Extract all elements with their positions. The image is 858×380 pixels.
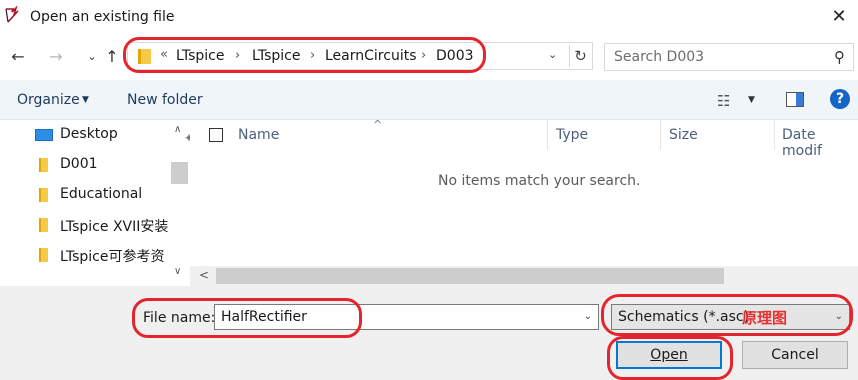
breadcrumb-separator-icon: › bbox=[310, 48, 316, 63]
column-divider[interactable] bbox=[660, 120, 661, 150]
breadcrumb-ltspice-1[interactable]: LTspice bbox=[176, 48, 225, 64]
organize-caret-icon[interactable]: ▼ bbox=[82, 95, 89, 105]
view-options-caret-icon[interactable]: ▼ bbox=[748, 95, 755, 105]
folder-icon bbox=[39, 158, 48, 172]
cancel-button[interactable]: Cancel bbox=[742, 341, 848, 369]
folder-icon bbox=[138, 49, 151, 64]
breadcrumb-ltspice-2[interactable]: LTspice bbox=[252, 48, 301, 64]
recent-locations-chevron-icon[interactable]: ⌄ bbox=[82, 46, 102, 68]
desktop-icon bbox=[35, 129, 53, 141]
sort-ascending-icon: ^ bbox=[373, 118, 383, 131]
search-placeholder: Search D003 bbox=[614, 49, 705, 65]
file-name-label: File name: bbox=[143, 310, 216, 326]
sidebar-item-educational[interactable]: Educational bbox=[34, 184, 174, 206]
breadcrumb-overflow-icon[interactable]: « bbox=[160, 47, 168, 62]
back-arrow-icon[interactable]: ← bbox=[8, 46, 28, 68]
sidebar-item-label: Desktop bbox=[60, 126, 118, 142]
horizontal-scrollbar-thumb[interactable] bbox=[216, 268, 724, 284]
column-header-date-modified[interactable]: Date modif bbox=[782, 127, 858, 159]
view-details-icon[interactable]: ☷ bbox=[717, 92, 730, 110]
sidebar-scrollbar-thumb[interactable] bbox=[171, 162, 188, 184]
file-selection-footer: File name: HalfRectifier ⌄ Schematics (*… bbox=[0, 286, 858, 380]
sidebar-item-label: LTspice可参考资 bbox=[60, 249, 165, 265]
column-divider[interactable] bbox=[774, 120, 775, 150]
sidebar-item-ltspice-xvii[interactable]: LTspice XVII安装 bbox=[34, 214, 174, 236]
close-button[interactable]: ✕ bbox=[820, 0, 858, 36]
folder-icon bbox=[39, 188, 48, 202]
preview-pane-icon[interactable] bbox=[786, 92, 804, 107]
column-header-size[interactable]: Size bbox=[669, 127, 698, 143]
search-input[interactable]: Search D003 ⚲ bbox=[604, 43, 854, 71]
search-icon[interactable]: ⚲ bbox=[834, 48, 845, 66]
ltspice-probe-icon bbox=[5, 6, 19, 23]
folder-icon bbox=[39, 248, 48, 262]
file-type-chevron-icon[interactable]: ⌄ bbox=[835, 311, 843, 322]
folder-icon bbox=[39, 218, 48, 232]
sidebar-item-desktop[interactable]: Desktop ✦ bbox=[34, 124, 194, 146]
file-name-history-chevron-icon[interactable]: ⌄ bbox=[584, 311, 592, 322]
organize-button[interactable]: Organize bbox=[17, 92, 80, 108]
breadcrumb-learncircuits[interactable]: LearnCircuits bbox=[325, 48, 417, 64]
breadcrumb-separator-icon: › bbox=[235, 48, 241, 63]
forward-arrow-icon[interactable]: → bbox=[46, 46, 66, 68]
window-title: Open an existing file bbox=[30, 9, 175, 25]
schematic-annotation: 原理图 bbox=[742, 309, 788, 327]
file-name-value: HalfRectifier bbox=[221, 309, 307, 325]
horizontal-scrollbar[interactable]: < bbox=[190, 266, 858, 286]
close-icon: ✕ bbox=[831, 6, 847, 27]
scroll-up-icon[interactable]: ∧ bbox=[174, 124, 181, 135]
column-divider[interactable] bbox=[547, 120, 548, 150]
sidebar-item-ltspice-reference[interactable]: LTspice可参考资 bbox=[34, 244, 174, 266]
new-folder-button[interactable]: New folder bbox=[127, 92, 203, 108]
column-header-type[interactable]: Type bbox=[556, 127, 588, 143]
title-bar: Open an existing file ✕ bbox=[0, 0, 858, 36]
file-type-value: Schematics (*.asc) bbox=[618, 309, 750, 325]
empty-results-message: No items match your search. bbox=[438, 173, 641, 189]
file-type-select[interactable]: Schematics (*.asc) ⌄ bbox=[611, 304, 850, 330]
command-toolbar: Organize ▼ New folder ☷ ▼ ? bbox=[0, 80, 858, 120]
open-button[interactable]: Open bbox=[616, 341, 722, 369]
up-arrow-icon[interactable]: ↑ bbox=[102, 46, 122, 68]
refresh-icon[interactable]: ↻ bbox=[569, 45, 591, 67]
file-name-field[interactable]: HalfRectifier ⌄ bbox=[214, 304, 599, 330]
scroll-left-icon[interactable]: < bbox=[199, 268, 209, 282]
file-list: ^ Name Type Size Date modif No items mat… bbox=[190, 118, 858, 286]
select-all-checkbox[interactable] bbox=[209, 128, 223, 142]
breadcrumb-d003[interactable]: D003 bbox=[436, 48, 474, 64]
breadcrumb-separator-icon: › bbox=[421, 48, 427, 63]
navigation-pane: Desktop ✦ D001 Educational LTspice XVII安… bbox=[0, 120, 194, 286]
sidebar-item-label: Educational bbox=[60, 186, 143, 202]
address-bar[interactable]: « LTspice › LTspice › LearnCircuits › D0… bbox=[127, 42, 593, 70]
address-dropdown-icon[interactable]: ⌄ bbox=[548, 48, 557, 61]
sidebar-item-label: LTspice XVII安装 bbox=[60, 219, 169, 235]
sidebar-item-d001[interactable]: D001 bbox=[34, 154, 174, 176]
column-header-name[interactable]: Name bbox=[238, 127, 279, 143]
help-icon[interactable]: ? bbox=[830, 89, 850, 109]
sidebar-item-label: D001 bbox=[60, 156, 98, 172]
scroll-down-icon[interactable]: ∨ bbox=[174, 266, 181, 277]
